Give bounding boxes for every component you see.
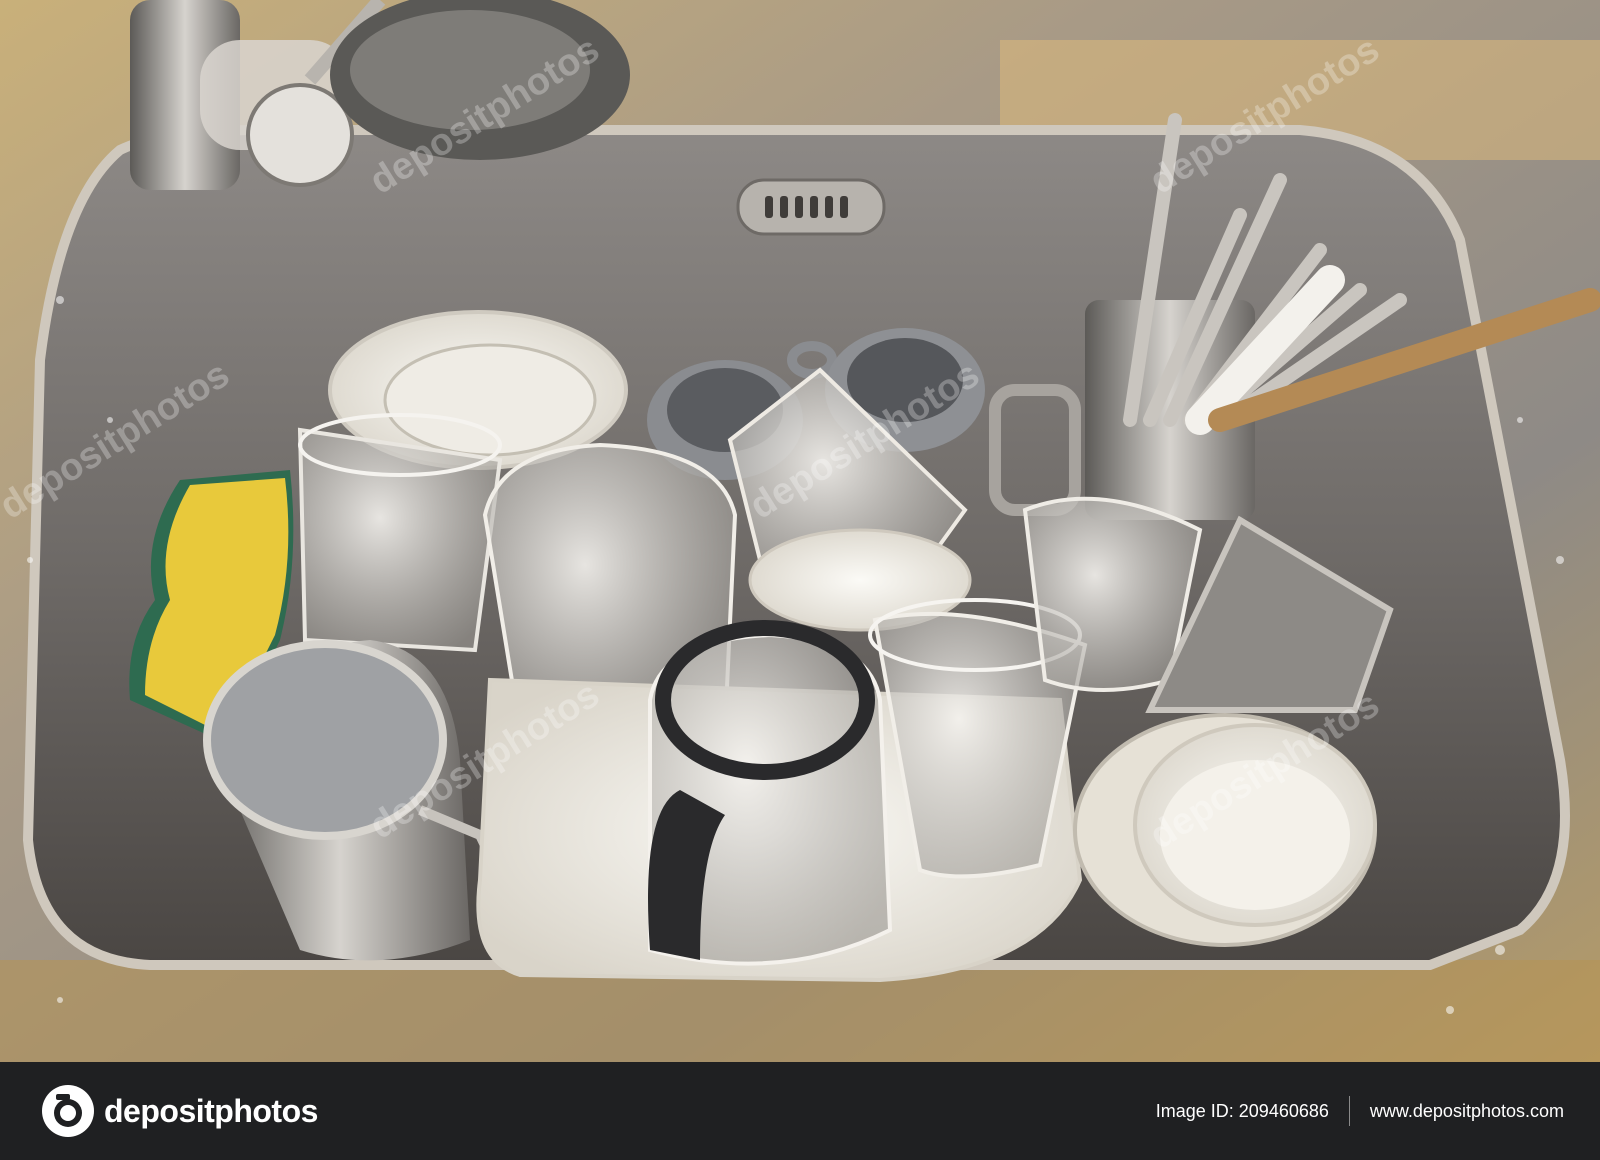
image-id-label: Image ID: 209460686	[1155, 1100, 1329, 1121]
brand[interactable]: depositphotos	[40, 1082, 318, 1140]
kitchen-sink-illustration: depositphotos depositphotos depositphoto…	[0, 0, 1600, 1062]
stock-photo: depositphotos depositphotos depositphoto…	[0, 0, 1600, 1062]
meta-divider	[1348, 1096, 1350, 1126]
image-meta: Image ID: 209460686 www.depositphotos.co…	[1156, 1062, 1564, 1160]
site-url-link[interactable]: www.depositphotos.com	[1370, 1101, 1564, 1122]
brand-name: depositphotos	[104, 1092, 318, 1129]
glass-carafe	[648, 620, 893, 966]
stock-footer-bar: depositphotos Image ID: 209460686 www.de…	[0, 1062, 1600, 1160]
camera-logo-icon	[42, 1085, 94, 1137]
